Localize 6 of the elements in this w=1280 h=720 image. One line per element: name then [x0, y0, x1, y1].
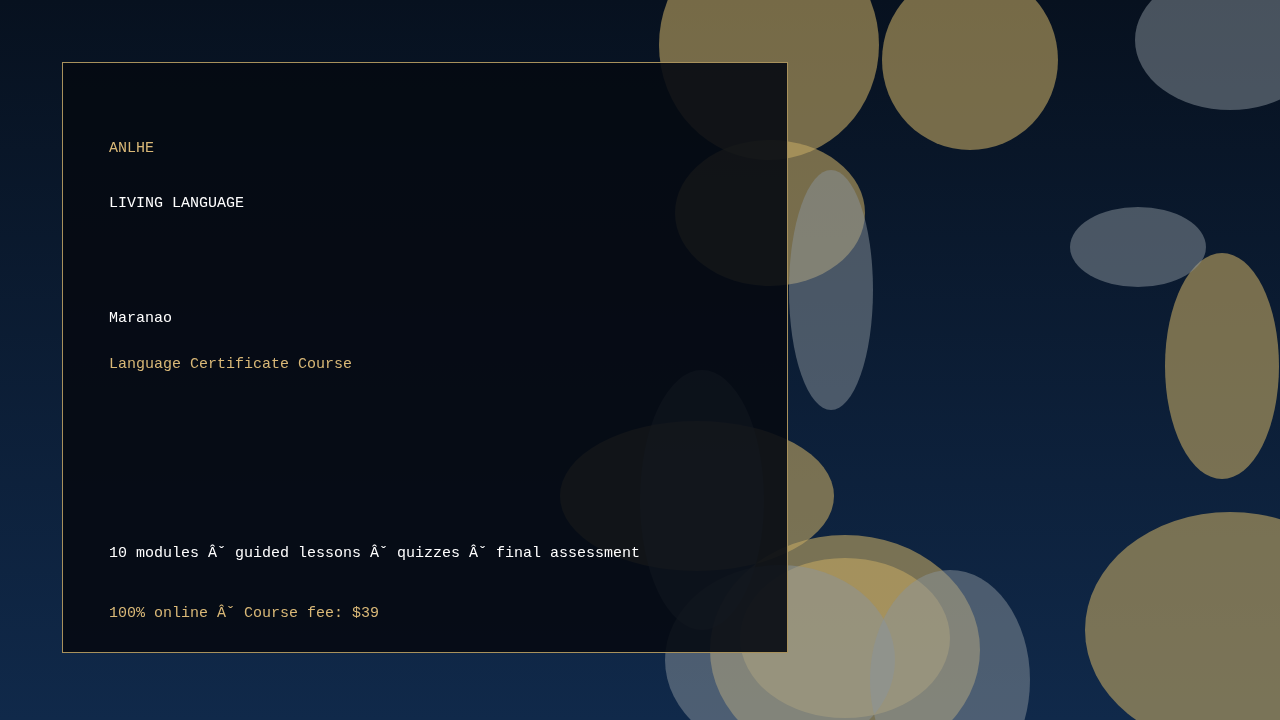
language-name: Maranao [109, 310, 172, 328]
features-text: 10 modules Âˇ guided lessons Âˇ quizzes Âˇ final assessment [109, 545, 641, 563]
tagline: LIVING LANGUAGE [109, 195, 245, 213]
course-title: Language Certificate Course [109, 356, 353, 374]
brand-name: ANLHE [109, 140, 154, 158]
pricing-text: 100% online Âˇ Course fee: $39 [109, 605, 380, 623]
